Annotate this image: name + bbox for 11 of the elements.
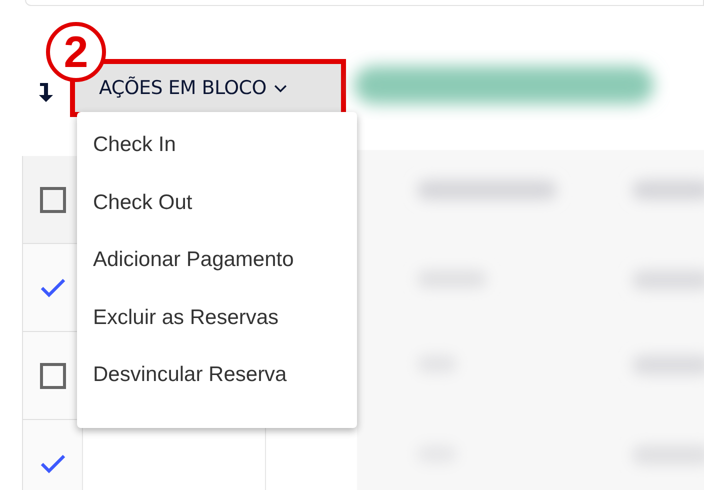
checkbox[interactable] — [40, 186, 66, 212]
menu-item[interactable]: Excluir as Reservas — [77, 288, 357, 346]
checkmark-icon[interactable] — [40, 278, 66, 298]
chevron-icon — [274, 84, 288, 92]
checkbox[interactable] — [40, 362, 66, 388]
sort-icon[interactable] — [38, 81, 56, 103]
checkmark-icon[interactable] — [40, 454, 66, 474]
menu-item[interactable]: Adicionar Pagamento — [77, 231, 357, 288]
menu-item[interactable]: Check In — [77, 116, 357, 174]
menu-item[interactable]: Check Out — [77, 174, 357, 231]
menu-item[interactable]: Desvincular Reserva — [77, 346, 357, 404]
